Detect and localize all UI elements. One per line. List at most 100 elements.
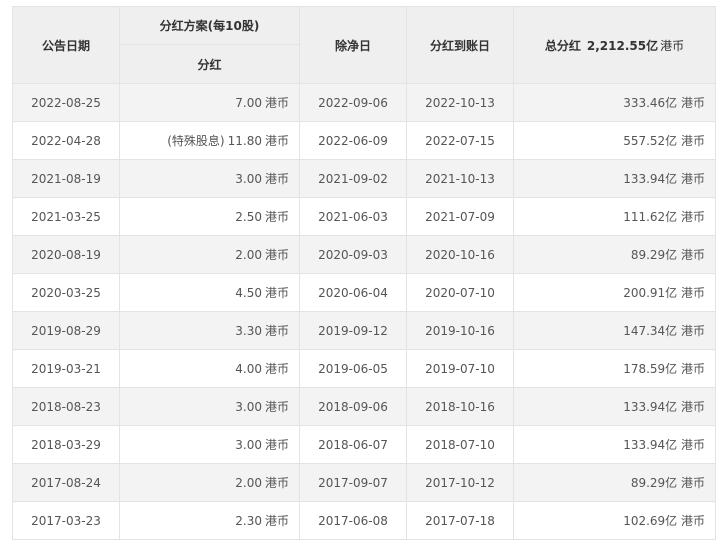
table-row: 2019-08-29 3.30 港币 2019-09-12 2019-10-16 147.… <box>12 311 716 350</box>
cell-ex-date: 2021-09-02 <box>299 159 407 198</box>
table-row: 2021-08-19 3.00 港币 2021-09-02 2021-10-13 133.… <box>12 159 716 198</box>
cell-ex-date: 2018-09-06 <box>299 387 407 426</box>
dividend-unit: 港币 <box>264 172 289 186</box>
header-dividend-plan: 分红方案(每10股) <box>119 6 300 45</box>
cell-total-dividend: 178.59亿 港币 <box>513 349 716 388</box>
dividend-unit: 港币 <box>264 362 289 376</box>
dividend-value: 4.00 <box>235 362 262 376</box>
cell-pay-date: 2017-10-12 <box>406 463 514 502</box>
dividend-unit: 港币 <box>264 400 289 414</box>
cell-ex-date: 2019-06-05 <box>299 349 407 388</box>
cell-pay-date: 2019-10-16 <box>406 311 514 350</box>
cell-ex-date: 2020-09-03 <box>299 235 407 274</box>
cell-dividend: 2.00 港币 <box>119 235 300 274</box>
cell-dividend: (特殊股息) 11.80 港币 <box>119 121 300 160</box>
dividend-value: 2.30 <box>235 514 262 528</box>
dividend-prefix: (特殊股息) <box>167 134 225 148</box>
table-row: 2022-04-28 (特殊股息) 11.80 港币 2022-06-09 2022-07… <box>12 121 716 160</box>
table-row: 2018-08-23 3.00 港币 2018-09-06 2018-10-16 133.… <box>12 387 716 426</box>
dividend-unit: 港币 <box>264 476 289 490</box>
cell-total-dividend: 111.62亿 港币 <box>513 197 716 236</box>
cell-announce-date: 2022-08-25 <box>12 83 120 122</box>
table-row: 2021-03-25 2.50 港币 2021-06-03 2021-07-09 111.… <box>12 197 716 236</box>
cell-dividend: 7.00 港币 <box>119 83 300 122</box>
cell-pay-date: 2022-10-13 <box>406 83 514 122</box>
total-dividend-amount: 2,212.55亿 <box>586 38 659 53</box>
dividend-unit: 港币 <box>264 324 289 338</box>
cell-pay-date: 2018-07-10 <box>406 425 514 464</box>
dividend-value: 3.00 <box>235 172 262 186</box>
cell-total-dividend: 102.69亿 港币 <box>513 501 716 540</box>
dividend-value: 3.00 <box>235 400 262 414</box>
table-row: 2017-03-23 2.30 港币 2017-06-08 2017-07-18 102.… <box>12 501 716 540</box>
cell-ex-date: 2022-06-09 <box>299 121 407 160</box>
dividend-unit: 港币 <box>264 286 289 300</box>
dividend-unit: 港币 <box>264 248 289 262</box>
cell-dividend: 2.00 港币 <box>119 463 300 502</box>
cell-pay-date: 2021-07-09 <box>406 197 514 236</box>
cell-total-dividend: 89.29亿 港币 <box>513 235 716 274</box>
cell-ex-date: 2022-09-06 <box>299 83 407 122</box>
table-row: 2020-03-25 4.50 港币 2020-06-04 2020-07-10 200.… <box>12 273 716 312</box>
dividend-unit: 港币 <box>264 134 289 148</box>
header-dividend: 分红 <box>119 44 300 84</box>
dividend-value: 11.80 <box>227 134 262 148</box>
dividend-value: 7.00 <box>235 96 262 110</box>
cell-dividend: 2.30 港币 <box>119 501 300 540</box>
header-announce-date: 公告日期 <box>12 6 120 84</box>
cell-dividend: 4.00 港币 <box>119 349 300 388</box>
cell-dividend: 3.00 港币 <box>119 387 300 426</box>
cell-dividend: 3.00 港币 <box>119 425 300 464</box>
cell-pay-date: 2018-10-16 <box>406 387 514 426</box>
dividend-unit: 港币 <box>264 96 289 110</box>
dividend-table-container: 公告日期 分红方案(每10股) 除净日 分红到账日 总分红 2,212.55亿 港币… <box>12 6 716 540</box>
cell-ex-date: 2017-09-07 <box>299 463 407 502</box>
cell-dividend: 3.00 港币 <box>119 159 300 198</box>
dividend-unit: 港币 <box>264 438 289 452</box>
total-dividend-unit: 港币 <box>660 38 685 53</box>
cell-dividend: 3.30 港币 <box>119 311 300 350</box>
cell-announce-date: 2018-03-29 <box>12 425 120 464</box>
cell-pay-date: 2017-07-18 <box>406 501 514 540</box>
cell-ex-date: 2019-09-12 <box>299 311 407 350</box>
dividend-value: 2.00 <box>235 476 262 490</box>
dividend-history-table: 公告日期 分红方案(每10股) 除净日 分红到账日 总分红 2,212.55亿 港币… <box>12 6 716 540</box>
cell-dividend: 2.50 港币 <box>119 197 300 236</box>
table-row: 2022-08-25 7.00 港币 2022-09-06 2022-10-13 333.… <box>12 83 716 122</box>
table-row: 2017-08-24 2.00 港币 2017-09-07 2017-10-12 89.2… <box>12 463 716 502</box>
table-body: 2022-08-25 7.00 港币 2022-09-06 2022-10-13 333.… <box>12 83 716 540</box>
header-pay-date: 分红到账日 <box>406 6 514 84</box>
cell-pay-date: 2022-07-15 <box>406 121 514 160</box>
cell-pay-date: 2019-07-10 <box>406 349 514 388</box>
cell-ex-date: 2017-06-08 <box>299 501 407 540</box>
cell-announce-date: 2019-08-29 <box>12 311 120 350</box>
table-row: 2019-03-21 4.00 港币 2019-06-05 2019-07-10 178.… <box>12 349 716 388</box>
cell-announce-date: 2017-08-24 <box>12 463 120 502</box>
cell-announce-date: 2019-03-21 <box>12 349 120 388</box>
cell-total-dividend: 89.29亿 港币 <box>513 463 716 502</box>
cell-total-dividend: 557.52亿 港币 <box>513 121 716 160</box>
cell-dividend: 4.50 港币 <box>119 273 300 312</box>
dividend-unit: 港币 <box>264 210 289 224</box>
cell-pay-date: 2020-10-16 <box>406 235 514 274</box>
cell-pay-date: 2020-07-10 <box>406 273 514 312</box>
cell-announce-date: 2018-08-23 <box>12 387 120 426</box>
cell-announce-date: 2021-08-19 <box>12 159 120 198</box>
cell-ex-date: 2021-06-03 <box>299 197 407 236</box>
table-row: 2018-03-29 3.00 港币 2018-06-07 2018-07-10 133.… <box>12 425 716 464</box>
cell-ex-date: 2018-06-07 <box>299 425 407 464</box>
dividend-value: 3.30 <box>235 324 262 338</box>
cell-total-dividend: 133.94亿 港币 <box>513 159 716 198</box>
cell-total-dividend: 133.94亿 港币 <box>513 425 716 464</box>
header-total-dividend: 总分红 2,212.55亿 港币 <box>513 6 716 84</box>
total-dividend-label: 总分红 <box>544 38 581 53</box>
cell-pay-date: 2021-10-13 <box>406 159 514 198</box>
dividend-unit: 港币 <box>264 514 289 528</box>
dividend-value: 3.00 <box>235 438 262 452</box>
cell-total-dividend: 333.46亿 港币 <box>513 83 716 122</box>
cell-announce-date: 2020-08-19 <box>12 235 120 274</box>
cell-announce-date: 2017-03-23 <box>12 501 120 540</box>
cell-announce-date: 2022-04-28 <box>12 121 120 160</box>
cell-announce-date: 2021-03-25 <box>12 197 120 236</box>
dividend-value: 2.00 <box>235 248 262 262</box>
